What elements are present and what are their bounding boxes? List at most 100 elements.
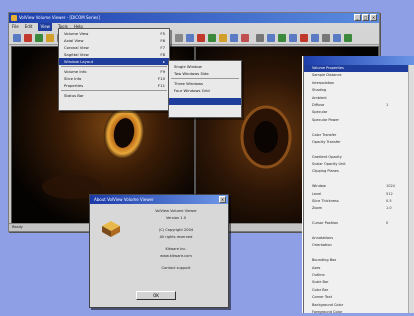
property-row[interactable]: Opacity Transfer [304,139,414,146]
property-row[interactable] [304,146,414,153]
property-row[interactable]: Specular [304,109,414,116]
property-row[interactable]: Ambient [304,95,414,102]
menu-item-label: Sagittal View [64,52,89,57]
menu-item-volume-view[interactable]: Volume View F5 [59,30,169,37]
submenu-item-three[interactable]: Three Windows [169,80,241,87]
property-row[interactable] [304,213,414,220]
toolbar-button-icon[interactable] [46,33,54,42]
property-label: Window [312,184,326,189]
property-row[interactable]: Color Transfer [304,132,414,139]
toolbar-button-icon[interactable] [208,33,216,42]
property-label: Clipping Planes [312,169,339,174]
property-label: Corner Text [312,295,332,300]
property-row[interactable]: Gradient Opacity [304,154,414,161]
window-title: VolView Volume Viewer - [DICOM Series] [19,15,100,20]
property-row[interactable]: Color Bar [304,287,414,294]
property-row[interactable]: Diffuse 1 [304,102,414,109]
property-row[interactable]: Sample Distance [304,72,414,79]
property-row[interactable] [304,250,414,257]
property-label: Diffuse [312,102,325,107]
minimize-button[interactable]: _ [354,14,361,21]
property-row[interactable]: Background Color [304,302,414,309]
property-row[interactable]: Interpolation [304,80,414,87]
property-row[interactable]: Shading [304,87,414,94]
property-label: Level [312,191,322,196]
about-close-button[interactable]: × [219,196,226,203]
property-row[interactable]: Foreground Color [304,309,414,316]
property-row[interactable]: Corner Text [304,294,414,301]
ok-button[interactable]: OK [136,291,176,300]
close-button[interactable]: × [370,14,377,21]
property-row[interactable] [304,124,414,131]
properties-list: Volume Properties Sample Distance Interpol… [304,65,414,316]
property-value: 1024 [386,184,395,189]
view-menu-dropdown: Volume View F5 Axial View F6 Coronal View F… [58,28,170,111]
menu-separator [171,78,239,79]
toolbar-button-icon[interactable] [197,33,205,42]
property-row[interactable]: Clipping Planes [304,168,414,175]
menu-file[interactable]: File [12,23,19,31]
maximize-button[interactable]: □ [362,14,369,21]
toolbar-button-icon[interactable] [311,33,319,42]
property-value: 1 [386,102,389,107]
submenu-item-two[interactable]: Two Windows Side [169,70,241,77]
property-row[interactable] [304,228,414,235]
property-row[interactable]: Zoom 1.0 [304,205,414,212]
menu-item-window-layout[interactable]: Window Layout ▸ [59,58,169,65]
property-value: 512 [386,191,393,196]
about-line: Kitware Inc. [165,247,187,251]
property-row[interactable] [304,176,414,183]
property-row[interactable]: Scale Bar [304,279,414,286]
property-row[interactable]: Orientation [304,242,414,249]
submenu-item-single[interactable]: Single Window [169,63,241,70]
toolbar-button-icon[interactable] [344,33,352,42]
toolbar-button-icon[interactable] [230,33,238,42]
menu-item-label: Volume Info [64,69,87,74]
menu-item-label: Properties [64,83,84,88]
toolbar-button-icon[interactable] [24,33,32,42]
menu-item-label: Volume View [64,31,89,36]
toolbar-button-icon[interactable] [322,33,330,42]
menu-view[interactable]: View [38,23,52,31]
toolbar-button-icon[interactable] [13,33,21,42]
toolbar-button-icon[interactable] [278,33,286,42]
property-row[interactable]: Volume Properties [304,65,414,73]
toolbar-button-icon[interactable] [35,33,43,42]
property-row[interactable]: Cursor Position 0 [304,220,414,227]
toolbar-button-icon[interactable] [186,33,194,42]
menu-item-coronal-view[interactable]: Coronal View F7 [59,44,169,51]
property-row[interactable]: Axes [304,265,414,272]
property-row[interactable]: Window 1024 [304,183,414,190]
property-row[interactable]: Level 512 [304,191,414,198]
property-row[interactable]: Bounding Box [304,257,414,264]
toolbar-button-icon[interactable] [289,33,297,42]
about-line: (C) Copyright 2004 [158,228,194,232]
property-label: Sample Distance [312,73,342,78]
menu-item-slice-info[interactable]: Slice Info F10 [59,75,169,82]
submenu-item-label: Three Windows [174,81,204,86]
menu-item-properties[interactable]: Properties F11 [59,82,169,89]
toolbar-button-icon[interactable] [300,33,308,42]
property-row[interactable]: Outline [304,272,414,279]
menu-item-shortcut: F5 [160,31,165,36]
about-line: www.kitware.com [160,254,192,258]
toolbar-button-icon[interactable] [267,33,275,42]
menu-item-axial-view[interactable]: Axial View F6 [59,37,169,44]
property-row[interactable]: Specular Power [304,117,414,124]
menu-item-status-bar[interactable]: Status Bar [59,92,169,99]
submenu-item-selected[interactable] [169,98,241,105]
menu-edit[interactable]: Edit [25,23,33,31]
property-row[interactable]: Scalar Opacity Unit [304,161,414,168]
property-label: Volume Properties [312,66,344,70]
menu-item-volume-info[interactable]: Volume Info F9 [59,68,169,75]
properties-scrollbar[interactable] [408,65,414,313]
property-row[interactable]: Slice Thickness 0.5 [304,198,414,205]
property-row[interactable]: Annotations [304,235,414,242]
toolbar-button-icon[interactable] [333,33,341,42]
toolbar-button-icon[interactable] [175,33,183,42]
toolbar-button-icon[interactable] [219,33,227,42]
submenu-item-four[interactable]: Four Windows Grid [169,87,241,94]
toolbar-button-icon[interactable] [241,33,249,42]
toolbar-button-icon[interactable] [256,33,264,42]
menu-item-sagittal-view[interactable]: Sagittal View F8 [59,51,169,58]
